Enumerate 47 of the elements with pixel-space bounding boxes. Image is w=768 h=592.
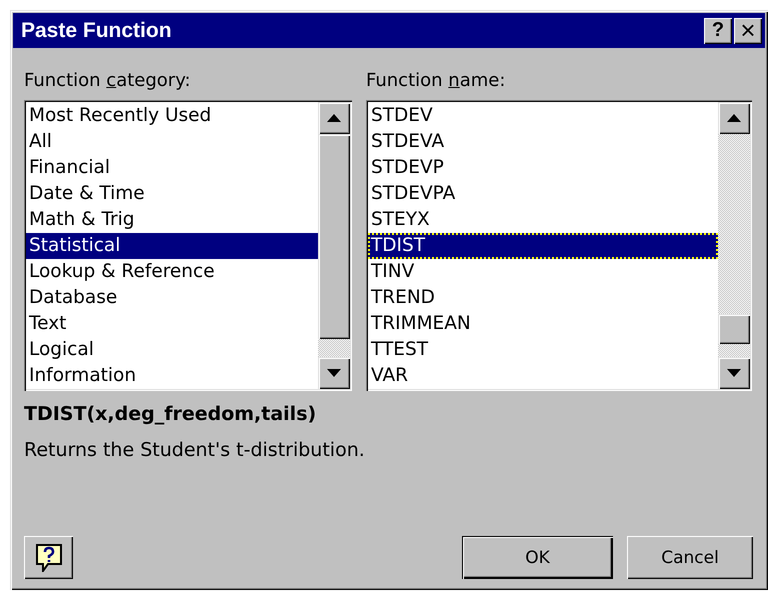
- scroll-down-button[interactable]: [318, 357, 350, 389]
- scrollbar[interactable]: [318, 102, 350, 389]
- down-arrow-icon: [727, 369, 741, 377]
- list-item[interactable]: Statistical: [26, 233, 318, 259]
- list-item[interactable]: Text: [26, 311, 318, 337]
- list-item[interactable]: TREND: [368, 285, 718, 311]
- list-item[interactable]: Date & Time: [26, 181, 318, 207]
- list-item[interactable]: TINV: [368, 259, 718, 285]
- ok-button[interactable]: OK: [462, 536, 613, 579]
- list-item[interactable]: Database: [26, 285, 318, 311]
- help-icon: [36, 544, 62, 572]
- list-item[interactable]: STDEVPA: [368, 181, 718, 207]
- up-arrow-icon: [727, 114, 741, 122]
- function-syntax: TDIST(x,deg_freedom,tails): [24, 403, 316, 425]
- list-label: Function name:: [366, 70, 506, 91]
- scroll-up-button[interactable]: [318, 102, 350, 134]
- list-item[interactable]: Most Recently Used: [26, 103, 318, 129]
- up-arrow-icon: [327, 114, 341, 122]
- list-item[interactable]: TRIMMEAN: [368, 311, 718, 337]
- help-button[interactable]: [24, 536, 73, 579]
- scrollbar[interactable]: [718, 102, 750, 389]
- list-item[interactable]: Lookup & Reference: [26, 259, 318, 285]
- list-item[interactable]: All: [26, 129, 318, 155]
- list-item[interactable]: Logical: [26, 337, 318, 363]
- down-arrow-icon: [327, 369, 341, 377]
- scroll-thumb[interactable]: [318, 134, 350, 339]
- function-list[interactable]: STDEV STDEVA STDEVP STDEVPA STEYX TDIST TINV TREND TRIMMEAN TTEST VAR: [366, 100, 752, 391]
- list-item[interactable]: STDEVA: [368, 129, 718, 155]
- scroll-up-button[interactable]: [718, 102, 750, 134]
- list-item[interactable]: TTEST: [368, 337, 718, 363]
- list-item[interactable]: Math & Trig: [26, 207, 318, 233]
- list-item[interactable]: Information: [26, 363, 318, 389]
- list-item[interactable]: VAR: [368, 363, 718, 389]
- help-button[interactable]: ?: [704, 18, 732, 44]
- window-title: Paste Function: [21, 18, 173, 42]
- list-item[interactable]: STDEVP: [368, 155, 718, 181]
- list-item[interactable]: TDIST: [368, 233, 718, 259]
- cancel-button[interactable]: Cancel: [627, 536, 753, 579]
- close-button[interactable]: ×: [734, 18, 762, 44]
- scroll-thumb[interactable]: [718, 314, 750, 344]
- category-list[interactable]: Most Recently Used All Financial Date & Time Math & Trig Statistical Lookup & Reference Database Text Logical Information: [24, 100, 352, 391]
- function-description: Returns the Student's t-distribution.: [24, 439, 365, 461]
- list-item[interactable]: Financial: [26, 155, 318, 181]
- scroll-down-button[interactable]: [718, 357, 750, 389]
- list-item[interactable]: STEYX: [368, 207, 718, 233]
- list-label: Function category:: [24, 70, 191, 91]
- list-item[interactable]: STDEV: [368, 103, 718, 129]
